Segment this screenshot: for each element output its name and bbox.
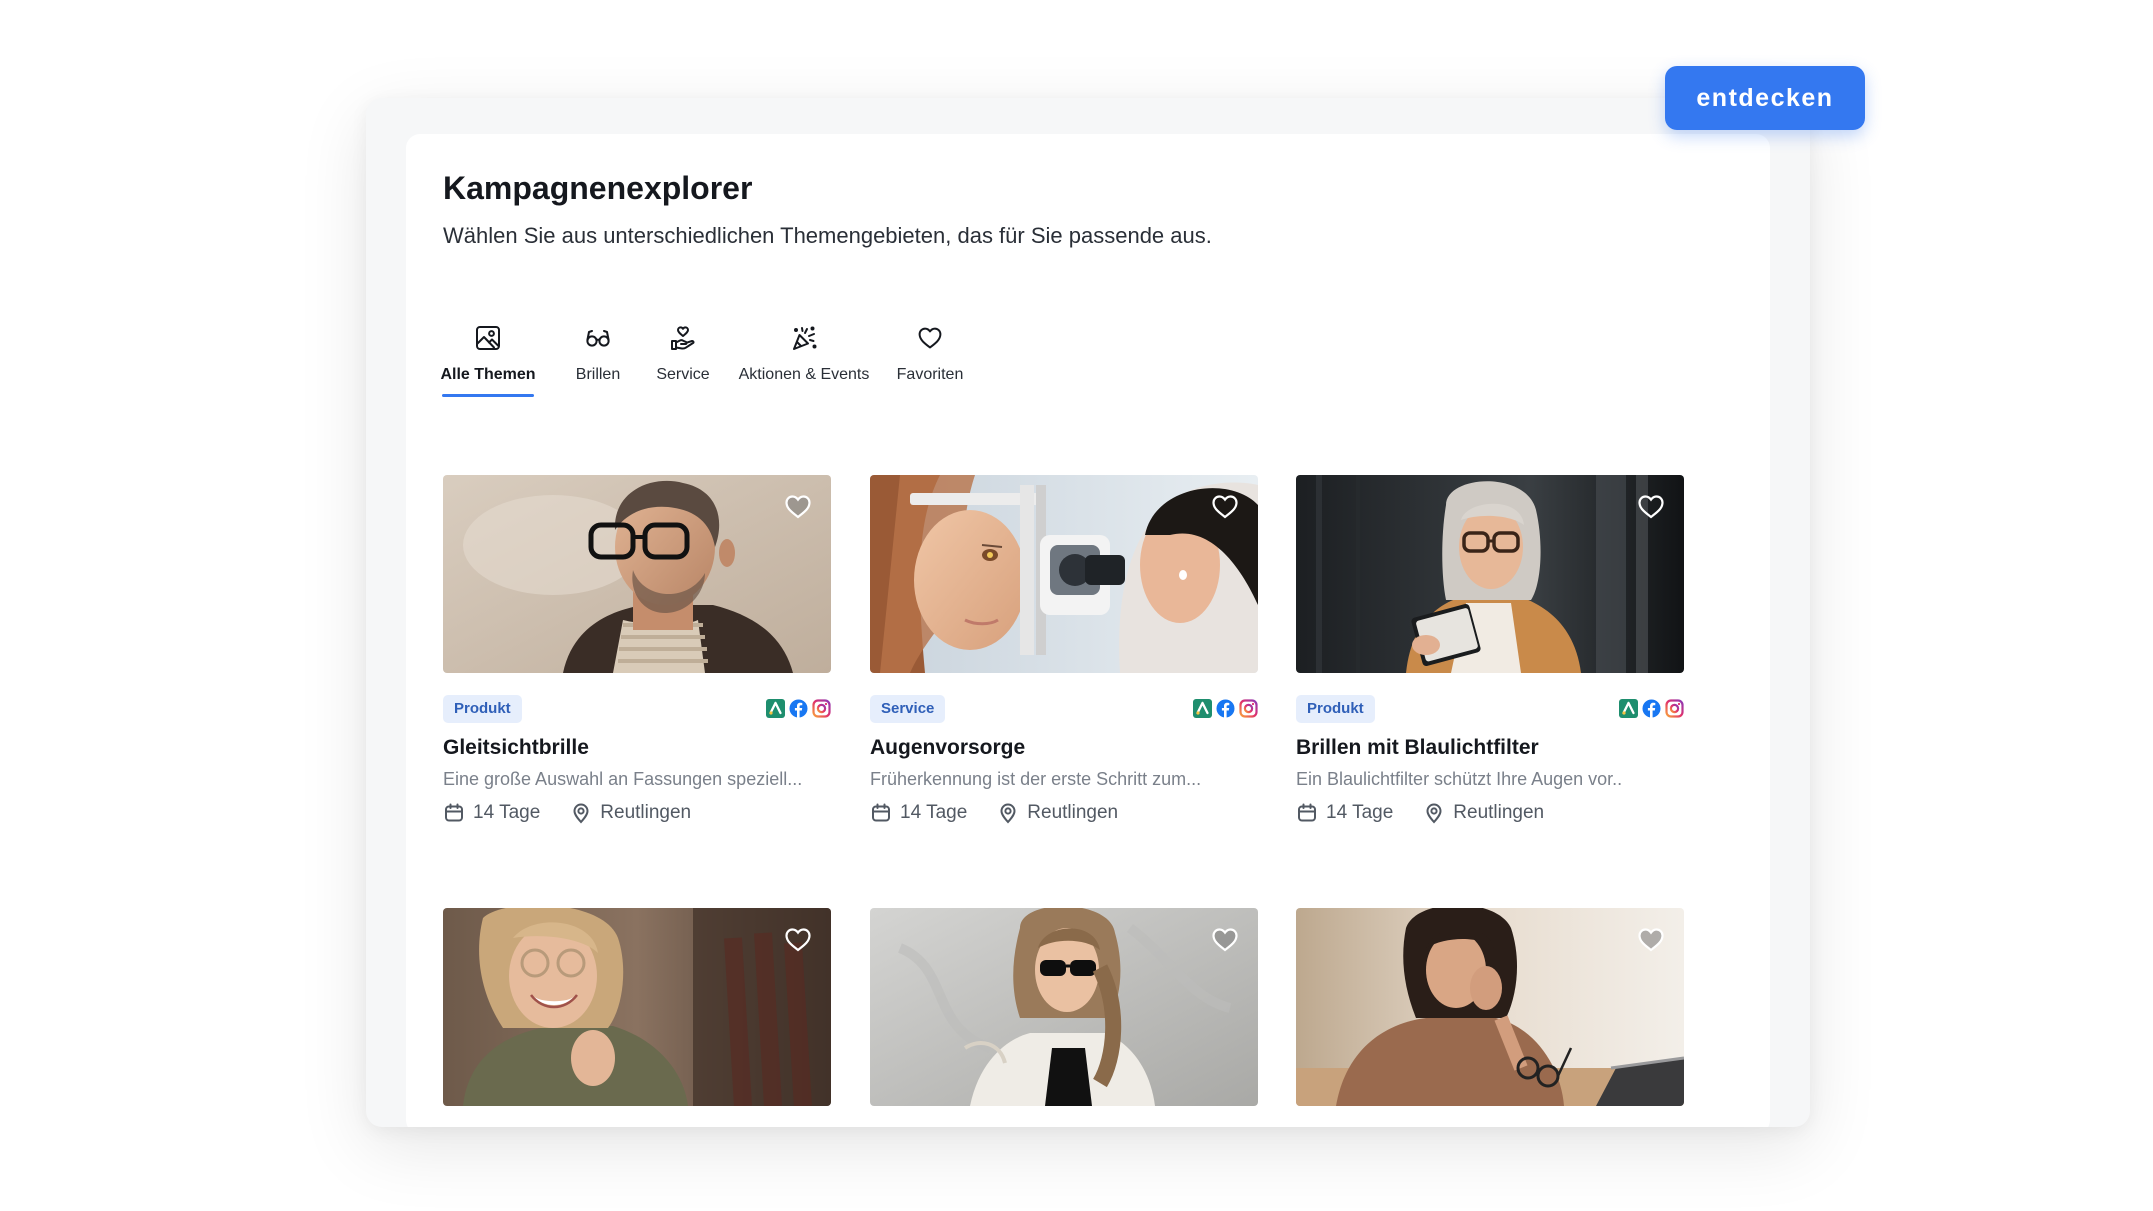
campaign-card[interactable]: Produkt Brillen mit Blaulichtfilter Ein … [1296, 475, 1684, 824]
instagram-icon [1665, 699, 1684, 718]
favorite-button[interactable] [1636, 492, 1666, 520]
sparkles-icon [790, 324, 818, 352]
favorite-button[interactable] [1636, 925, 1666, 953]
active-tab-indicator [442, 394, 534, 397]
duration-label: 14 Tage [473, 802, 541, 823]
tab-service[interactable]: Service [653, 324, 713, 404]
category-badge: Produkt [1296, 695, 1375, 723]
facebook-icon [1216, 699, 1235, 718]
favorite-button[interactable] [783, 492, 813, 520]
facebook-icon [789, 699, 808, 718]
social-channels [1193, 699, 1258, 718]
tab-brillen[interactable]: Brillen [568, 324, 628, 404]
campaign-card[interactable]: Service Augenvorsorge Früherkennung ist … [870, 475, 1258, 824]
google-ads-icon [1619, 699, 1638, 718]
heart-outline-icon [1212, 928, 1238, 952]
tab-aktionen-events[interactable]: Aktionen & Events [738, 324, 870, 404]
hand-heart-icon [669, 324, 697, 352]
tab-label: Favoriten [896, 366, 964, 383]
google-ads-icon [1193, 699, 1212, 718]
heart-outline-icon [1638, 495, 1664, 519]
instagram-icon [812, 699, 831, 718]
instagram-icon [1239, 699, 1258, 718]
facebook-icon [1642, 699, 1661, 718]
card-title: Brillen mit Blaulichtfilter [1296, 736, 1539, 759]
heart-outline-icon [785, 495, 811, 519]
card-title: Gleitsichtbrille [443, 736, 589, 759]
discover-button[interactable]: entdecken [1665, 66, 1865, 130]
heart-outline-icon [785, 928, 811, 952]
tab-favoriten[interactable]: Favoriten [895, 324, 965, 404]
heart-outline-icon [1212, 495, 1238, 519]
campaign-card[interactable] [870, 908, 1258, 1106]
favorite-button[interactable] [783, 925, 813, 953]
tab-label: Service [656, 366, 710, 383]
card-image [1296, 908, 1684, 1106]
location-label: Reutlingen [1027, 802, 1119, 823]
card-description: Früherkennung ist der erste Schritt zum.… [870, 769, 1202, 789]
category-badge: Produkt [443, 695, 522, 723]
google-ads-icon [766, 699, 785, 718]
campaign-card[interactable] [443, 908, 831, 1106]
location-label: Reutlingen [1453, 802, 1545, 823]
duration-label: 14 Tage [1326, 802, 1394, 823]
social-channels [766, 699, 831, 718]
location-pin-icon [570, 802, 592, 824]
card-description: Ein Blaulichtfilter schützt Ihre Augen v… [1296, 769, 1623, 789]
location-pin-icon [1423, 802, 1445, 824]
image-icon [474, 324, 502, 352]
category-badge: Service [870, 695, 946, 723]
card-image [870, 908, 1258, 1106]
tab-label: Aktionen & Events [738, 366, 870, 383]
favorite-button[interactable] [1210, 492, 1240, 520]
calendar-icon [443, 802, 465, 824]
tab-label: Alle Themen [440, 366, 536, 383]
tab-label: Brillen [575, 366, 621, 383]
page-subtitle: Wählen Sie aus unterschiedlichen Themeng… [443, 223, 1212, 248]
duration-label: 14 Tage [900, 802, 968, 823]
card-image [1296, 475, 1684, 673]
social-channels [1619, 699, 1684, 718]
heart-icon [916, 324, 944, 352]
card-title: Augenvorsorge [870, 736, 1026, 759]
page-title: Kampagnenexplorer [443, 170, 753, 206]
glasses-icon [584, 324, 612, 352]
location-pin-icon [997, 802, 1019, 824]
calendar-icon [1296, 802, 1318, 824]
location-label: Reutlingen [600, 802, 692, 823]
campaign-card[interactable] [1296, 908, 1684, 1106]
campaign-card[interactable]: Produkt Gleitsichtbrille Eine große Ausw… [443, 475, 831, 824]
calendar-icon [870, 802, 892, 824]
card-description: Eine große Auswahl an Fassungen speziell… [443, 769, 803, 789]
card-image [870, 475, 1258, 673]
tab-alle-themen[interactable]: Alle Themen [440, 324, 536, 404]
favorite-button[interactable] [1210, 925, 1240, 953]
heart-outline-icon [1638, 928, 1664, 952]
card-image [443, 475, 831, 673]
card-image [443, 908, 831, 1106]
